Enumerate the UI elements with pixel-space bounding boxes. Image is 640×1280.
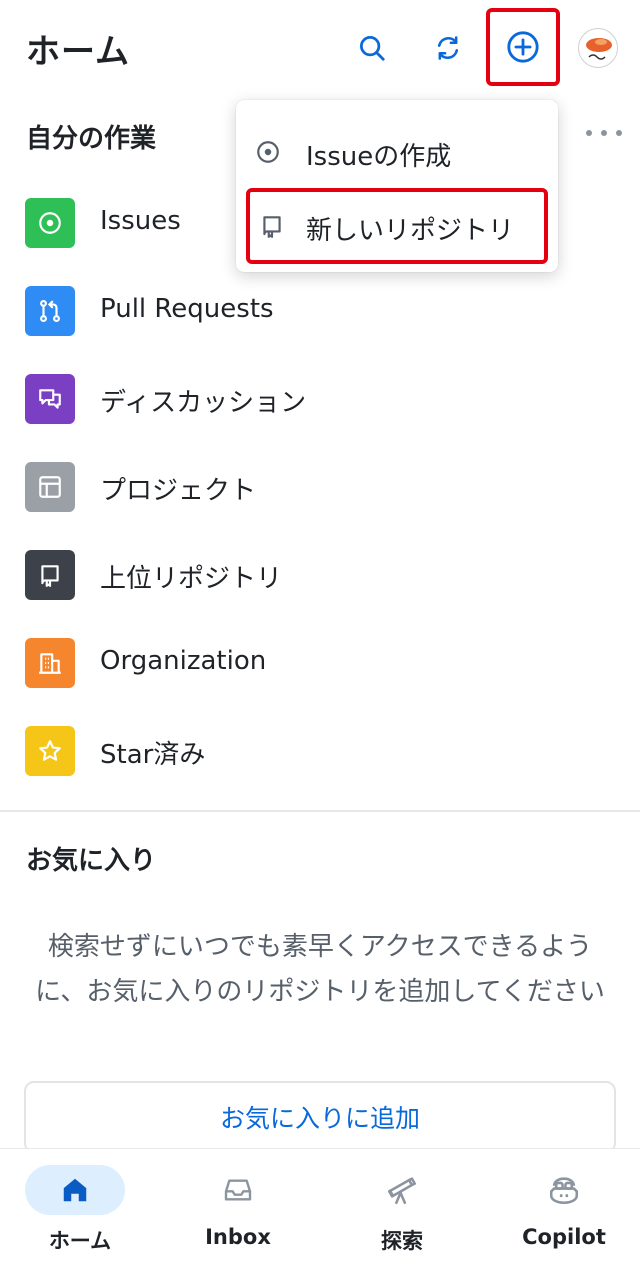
home-icon: [25, 1165, 125, 1215]
search-icon[interactable]: [348, 24, 396, 72]
project-icon: [25, 462, 75, 512]
section-divider: [0, 810, 640, 812]
add-circle-icon[interactable]: [486, 8, 560, 86]
organization-icon: [25, 638, 75, 688]
menu-item-new-repository[interactable]: 新しいリポジトリ: [246, 188, 548, 264]
app-header: ホーム: [0, 0, 640, 96]
work-item-label: Issues: [100, 206, 181, 236]
work-item-discussions[interactable]: ディスカッション: [0, 354, 640, 442]
issue-opened-icon: [25, 198, 75, 248]
menu-item-label: 新しいリポジトリ: [306, 216, 515, 246]
issue-opened-icon: [254, 138, 282, 166]
page-title: ホーム: [26, 32, 130, 72]
work-item-label: プロジェクト: [100, 476, 257, 506]
repo-icon: [258, 212, 286, 240]
add-favorite-button[interactable]: お気に入りに追加: [24, 1081, 616, 1153]
repo-icon: [25, 550, 75, 600]
inbox-icon: [198, 1165, 278, 1215]
work-item-label: Organization: [100, 646, 267, 676]
work-item-label: Star済み: [100, 740, 206, 770]
favorites-description: 検索せずにいつでも素早くアクセスできるように、お気に入りのリポジトリを追加してく…: [35, 932, 605, 1007]
work-item-label: Pull Requests: [100, 294, 274, 324]
tab-explore[interactable]: 探索: [322, 1149, 482, 1280]
copilot-icon: [524, 1165, 604, 1215]
discussion-icon: [25, 374, 75, 424]
avatar[interactable]: [578, 28, 618, 68]
my-work-title: 自分の作業: [26, 124, 157, 154]
work-item-projects[interactable]: プロジェクト: [0, 442, 640, 530]
refresh-icon[interactable]: [424, 24, 472, 72]
tab-home[interactable]: ホーム: [0, 1149, 160, 1280]
tab-label: 探索: [381, 1229, 423, 1253]
more-icon[interactable]: [586, 118, 622, 148]
telescope-icon: [362, 1165, 442, 1215]
favorites-title: お気に入り: [26, 846, 157, 876]
menu-item-create-issue[interactable]: Issueの作成: [236, 114, 558, 190]
work-item-label: ディスカッション: [100, 388, 307, 418]
pull-request-icon: [25, 286, 75, 336]
tab-copilot[interactable]: Copilot: [484, 1149, 640, 1280]
create-dropdown-menu: Issueの作成 新しいリポジトリ: [236, 100, 558, 272]
work-item-label: 上位リポジトリ: [100, 564, 283, 594]
work-item-pull-requests[interactable]: Pull Requests: [0, 266, 640, 354]
bottom-tab-bar: ホーム Inbox 探索 Copilot: [0, 1148, 640, 1280]
tab-inbox[interactable]: Inbox: [158, 1149, 318, 1280]
tab-label: Inbox: [205, 1225, 271, 1249]
work-item-starred[interactable]: Star済み: [0, 706, 640, 794]
tab-label: Copilot: [522, 1225, 606, 1249]
work-item-top-repositories[interactable]: 上位リポジトリ: [0, 530, 640, 618]
menu-item-label: Issueの作成: [306, 142, 452, 172]
star-icon: [25, 726, 75, 776]
work-item-organizations[interactable]: Organization: [0, 618, 640, 706]
tab-label: ホーム: [48, 1229, 112, 1253]
